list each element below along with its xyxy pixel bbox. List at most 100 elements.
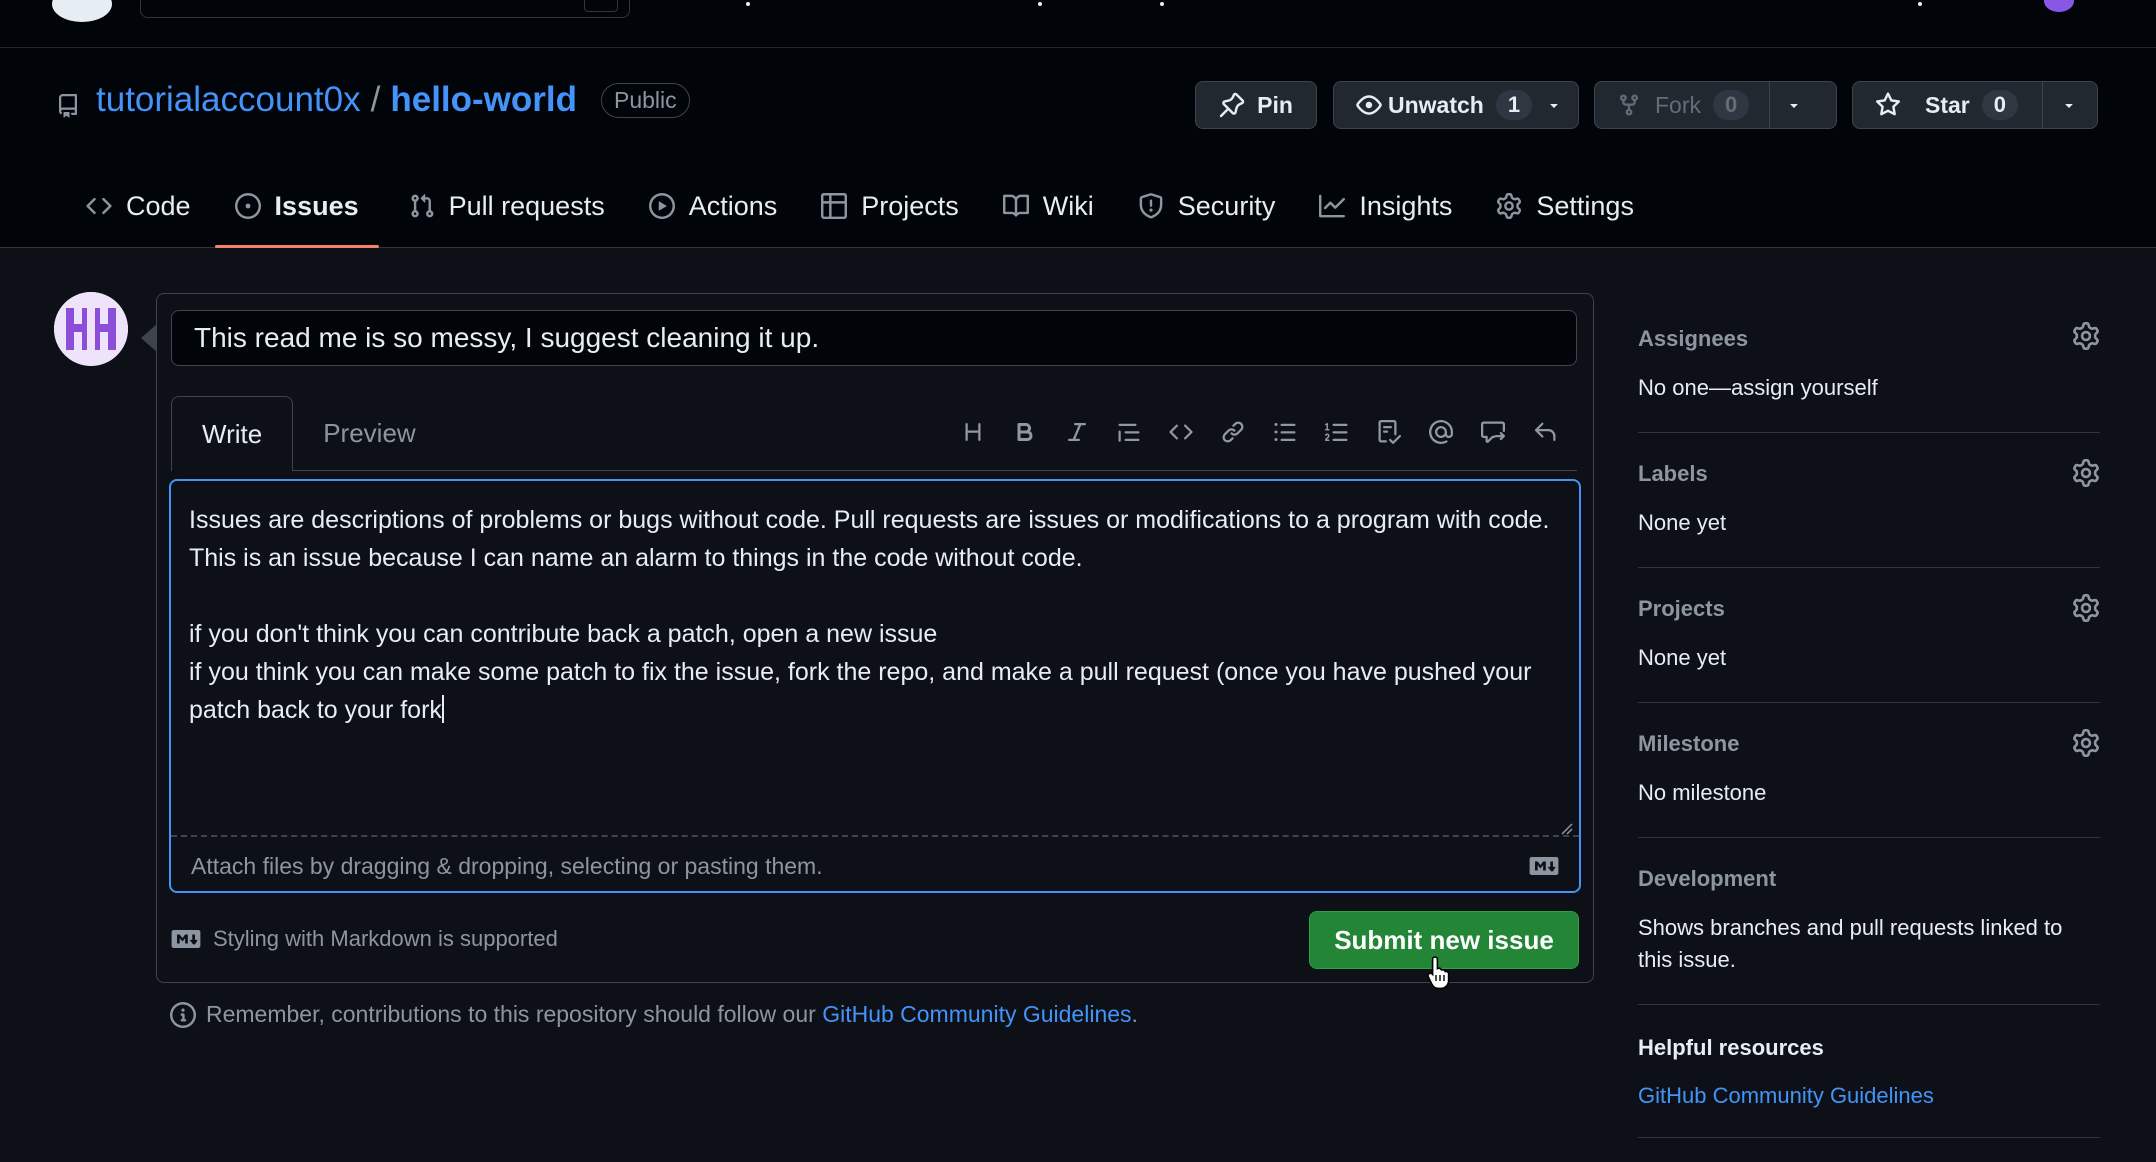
task-list-icon[interactable] [1363,406,1415,458]
sidebar-assignees: Assignees No one—assign yourself [1638,296,2100,433]
watch-label: Unwatch [1388,91,1484,118]
repo-separator: / [370,80,381,119]
tab-issues[interactable]: Issues [214,176,379,248]
helpful-guidelines-link[interactable]: GitHub Community Guidelines [1638,1083,2100,1109]
header-menu-dot[interactable] [1160,2,1164,6]
github-logo-icon[interactable] [52,0,112,22]
assignees-gear-icon[interactable] [2072,322,2100,350]
fork-dropdown-icon[interactable] [1786,97,1802,113]
milestone-heading[interactable]: Milestone [1638,731,2100,757]
tab-pull-requests[interactable]: Pull requests [389,176,625,236]
reference-icon[interactable] [1467,406,1519,458]
pin-label: Pin [1257,91,1293,118]
sidebar-projects: Projects None yet [1638,568,2100,703]
play-icon [648,193,675,219]
fork-label: Fork [1655,91,1701,118]
projects-heading[interactable]: Projects [1638,596,2100,622]
bold-icon[interactable] [999,406,1051,458]
star-icon [1875,92,1901,118]
heading-icon[interactable] [947,406,999,458]
markdown-toolbar [947,406,1571,458]
text-caret [441,695,444,723]
editor-tabs: Write Preview [171,396,446,471]
header-menu-dot[interactable] [1038,2,1042,6]
labels-heading[interactable]: Labels [1638,461,2100,487]
repo-name-link[interactable]: hello-world [390,80,577,120]
header-menu-dot[interactable] [1918,2,1922,6]
markdown-support-note: Styling with Markdown is supported [171,926,558,952]
star-divider [2042,82,2043,128]
graph-icon [1319,193,1346,219]
tab-label: Issues [274,190,359,221]
quote-icon[interactable] [1103,406,1155,458]
tab-label: Actions [688,190,778,221]
issue-body-textarea[interactable]: Issues are descriptions of problems or b… [169,479,1581,893]
visibility-badge: Public [601,82,690,118]
table-icon [821,193,848,219]
code-icon[interactable] [1155,406,1207,458]
projects-gear-icon[interactable] [2072,594,2100,622]
issue-title-input[interactable] [171,310,1577,366]
hand-cursor-icon [1426,955,1454,989]
unordered-list-icon[interactable] [1259,406,1311,458]
italic-icon[interactable] [1051,406,1103,458]
fork-button[interactable]: Fork 0 [1594,81,1837,129]
tab-actions[interactable]: Actions [629,176,798,236]
markdown-note-text[interactable]: Styling with Markdown is supported [213,926,558,952]
tab-settings[interactable]: Settings [1476,176,1654,236]
tab-write[interactable]: Write [171,396,294,471]
star-dropdown-icon[interactable] [2061,97,2077,113]
tab-code[interactable]: Code [66,176,211,236]
watch-count: 1 [1495,90,1533,120]
link-icon[interactable] [1207,406,1259,458]
assign-yourself-link[interactable]: assign yourself [1731,375,1878,400]
star-button[interactable]: Star 0 [1852,81,2098,129]
pin-button[interactable]: Pin [1195,81,1317,129]
search-shortcut-key [584,0,618,12]
attach-files-area[interactable]: Attach files by dragging & dropping, sel… [171,835,1579,891]
tab-label: Wiki [1042,190,1094,221]
tab-preview[interactable]: Preview [293,396,445,470]
user-avatar-mini[interactable] [2044,0,2074,12]
info-icon [170,1001,196,1028]
issue-icon [234,193,261,219]
mention-icon[interactable] [1415,406,1467,458]
milestone-gear-icon[interactable] [2072,729,2100,757]
avatar[interactable] [54,292,128,366]
pin-icon [1219,92,1245,118]
header-menu-dot[interactable] [746,2,750,6]
code-icon [86,193,112,219]
development-heading: Development [1638,866,1777,891]
star-count: 0 [1981,90,2018,120]
issue-sidebar: Assignees No one—assign yourself Labels … [1638,296,2100,1138]
projects-value: None yet [1638,645,1727,670]
development-value: Shows branches and pull requests linked … [1638,915,2063,972]
attach-hint: Attach files by dragging & dropping, sel… [191,853,823,879]
pull-request-icon [409,193,435,219]
new-issue-form: Write Preview Issues are descriptions of… [141,293,1594,983]
gear-icon [1496,193,1522,219]
community-guidelines-link[interactable]: GitHub Community Guidelines [822,1001,1131,1027]
repo-owner-link[interactable]: tutorialaccount0x [96,80,361,120]
undo-icon[interactable] [1519,406,1571,458]
tab-security[interactable]: Security [1118,176,1296,236]
watch-button[interactable]: Unwatch 1 [1333,81,1579,129]
tab-projects[interactable]: Projects [801,176,979,236]
tab-label: Pull requests [448,190,605,221]
resize-handle-icon[interactable] [1559,821,1573,835]
editor-tab-divider [171,470,1577,471]
tab-insights[interactable]: Insights [1299,176,1472,236]
tab-wiki[interactable]: Wiki [983,176,1114,236]
global-header [0,0,2156,48]
watch-dropdown-icon[interactable] [1546,97,1562,113]
remember-text: Remember, contributions to this reposito… [206,1001,816,1027]
global-search-input[interactable] [140,0,630,18]
ordered-list-icon[interactable] [1311,406,1363,458]
sidebar-labels: Labels None yet [1638,433,2100,568]
labels-gear-icon[interactable] [2072,459,2100,487]
assignees-heading[interactable]: Assignees [1638,326,2100,352]
tab-label: Insights [1359,190,1453,221]
repo-title: tutorialaccount0x / hello-world Public [96,80,690,120]
labels-value: None yet [1638,510,1727,535]
markdown-icon [1529,857,1559,875]
